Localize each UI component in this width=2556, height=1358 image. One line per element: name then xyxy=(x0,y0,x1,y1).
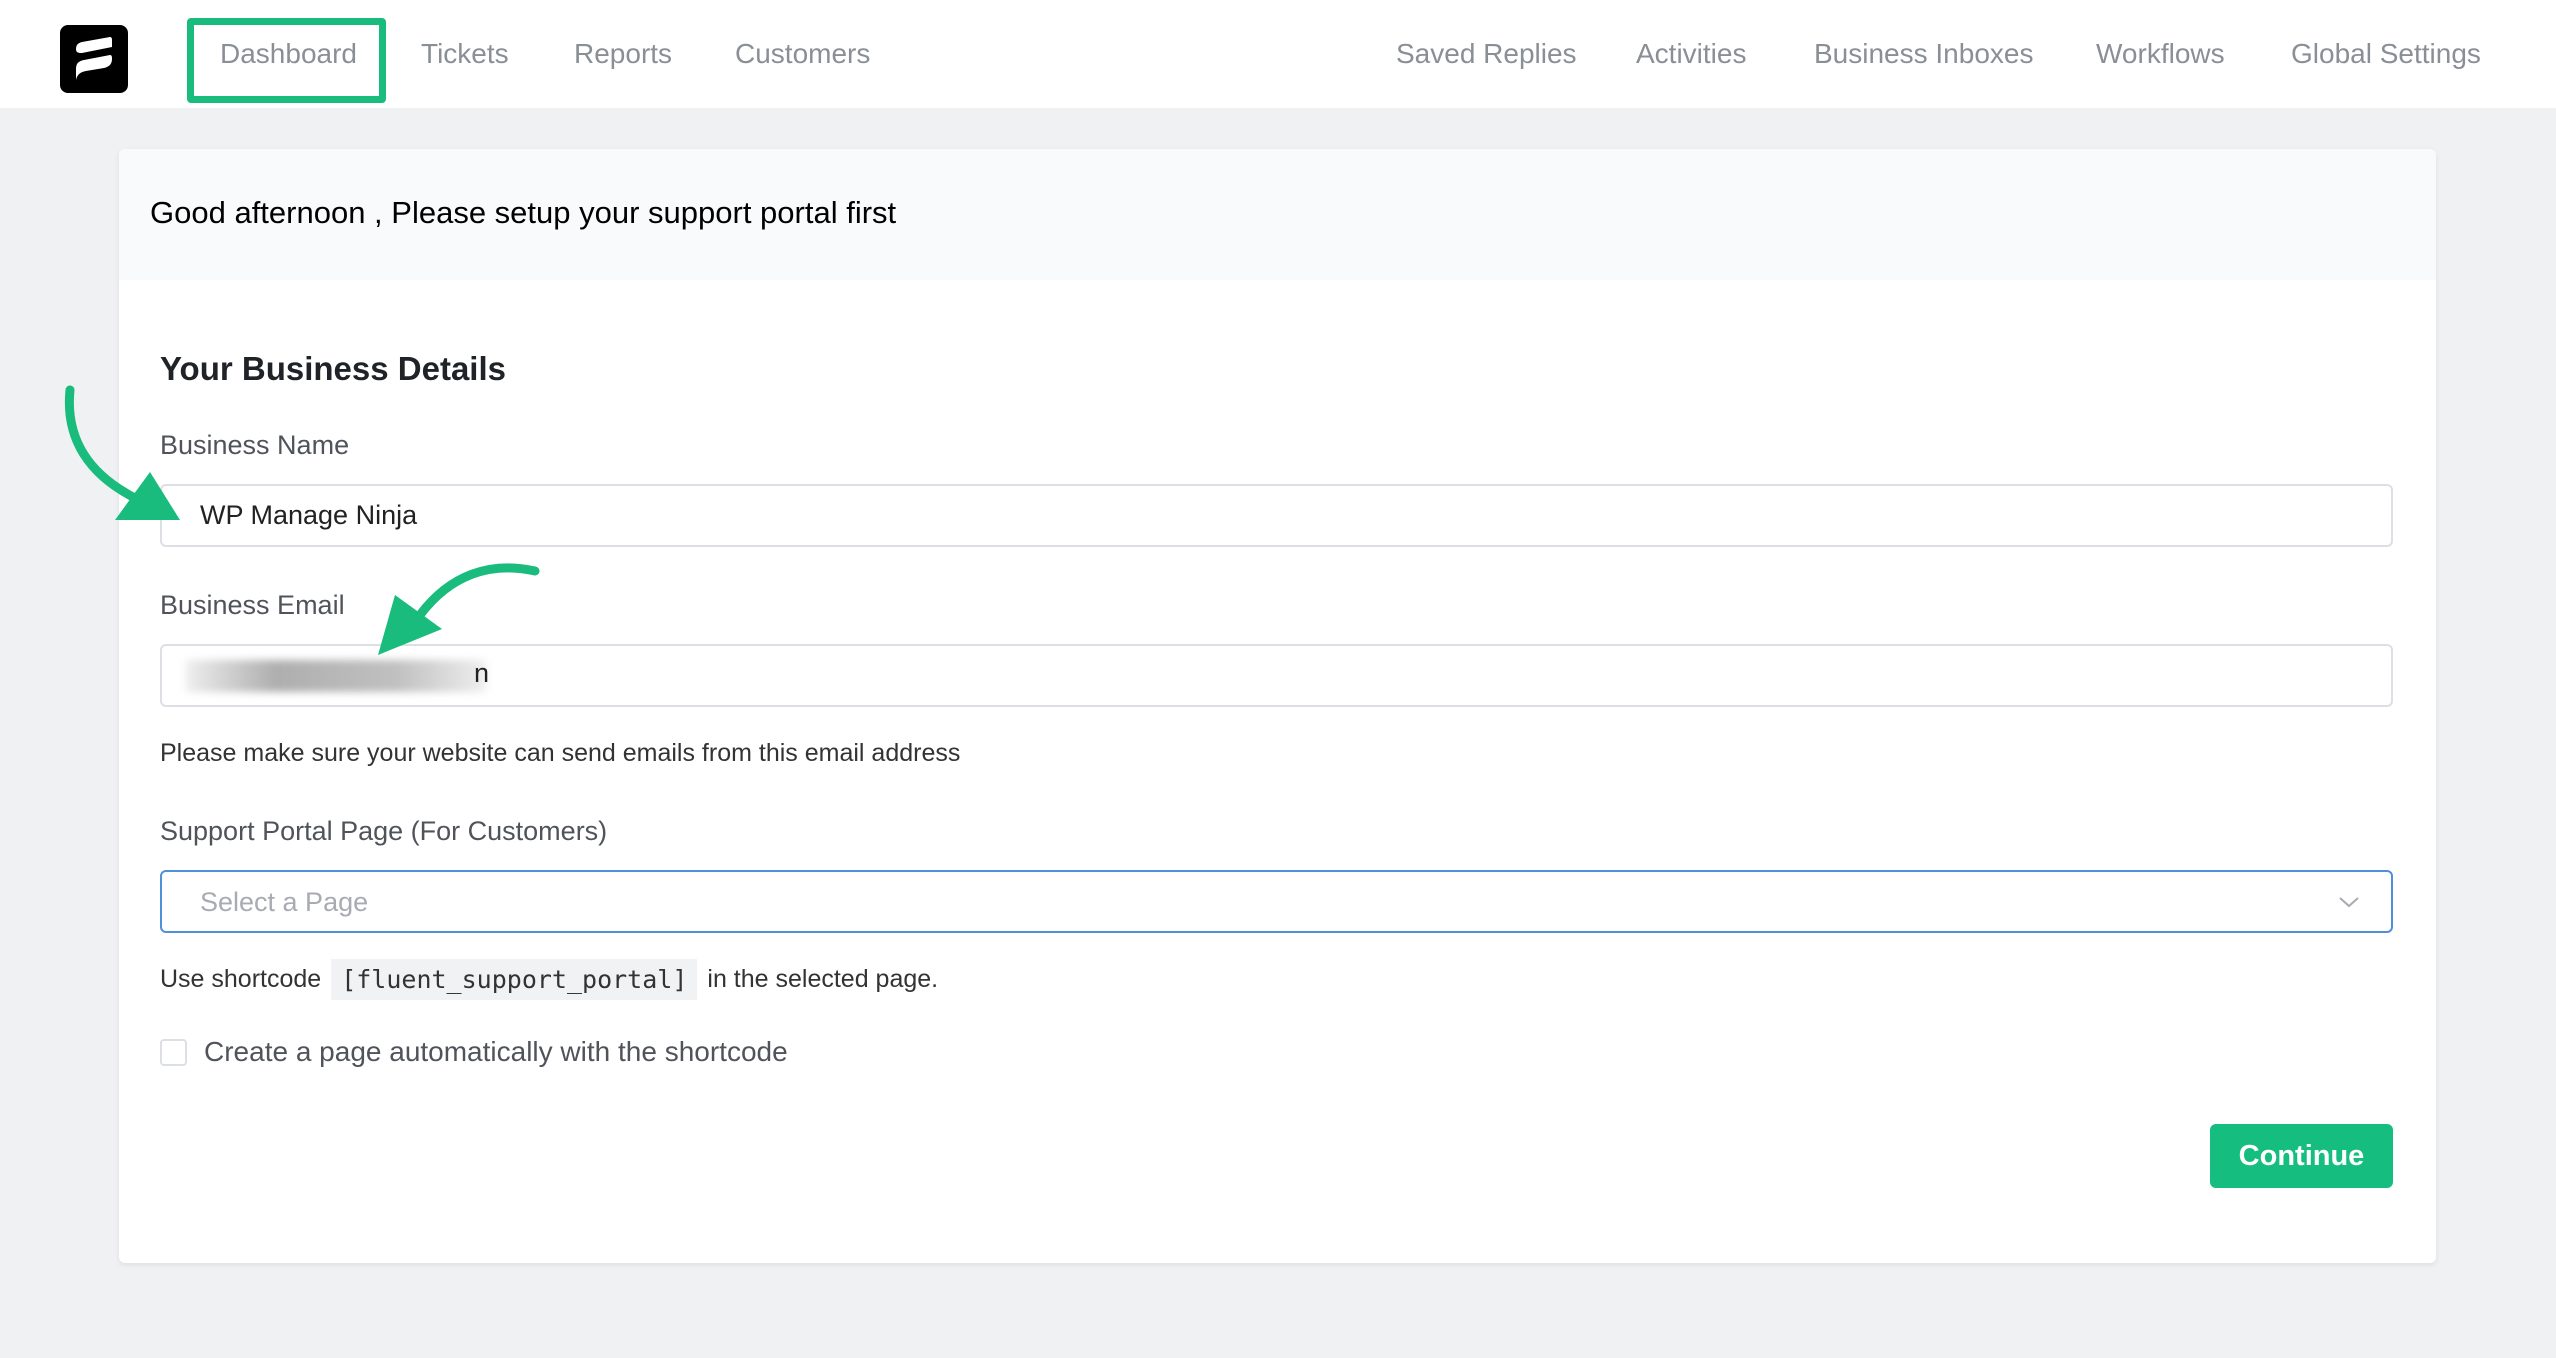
business-name-label: Business Name xyxy=(160,430,350,460)
nav-global-settings[interactable]: Global Settings xyxy=(2291,0,2481,108)
section-title: Your Business Details xyxy=(160,350,507,387)
nav-tickets[interactable]: Tickets xyxy=(421,0,509,108)
email-visible-tail: n xyxy=(474,658,490,688)
fluent-support-logo[interactable] xyxy=(60,25,128,93)
select-placeholder: Select a Page xyxy=(200,887,369,917)
continue-button[interactable]: Continue xyxy=(2210,1124,2393,1188)
top-navigation: Dashboard Tickets Reports Customers Save… xyxy=(0,0,2556,108)
business-email-label: Business Email xyxy=(160,590,345,620)
nav-workflows[interactable]: Workflows xyxy=(2096,0,2225,108)
logo-icon xyxy=(76,37,112,80)
chevron-down-icon xyxy=(2339,897,2359,908)
shortcode-hint: Use shortcode [fluent_support_portal] in… xyxy=(160,959,938,1000)
greeting-title: Good afternoon , Please setup your suppo… xyxy=(150,195,897,230)
shortcode-suffix: in the selected page. xyxy=(707,965,939,993)
redacted-email xyxy=(186,660,486,692)
card-header: Good afternoon , Please setup your suppo… xyxy=(119,149,2436,280)
setup-card: Good afternoon , Please setup your suppo… xyxy=(119,149,2436,1263)
business-name-input[interactable] xyxy=(160,484,2393,547)
auto-create-label: Create a page automatically with the sho… xyxy=(204,1036,788,1067)
nav-customers[interactable]: Customers xyxy=(735,0,870,108)
business-email-input[interactable]: n xyxy=(160,644,2393,707)
nav-dashboard[interactable]: Dashboard xyxy=(220,0,357,108)
portal-page-select[interactable]: Select a Page xyxy=(160,870,2393,933)
auto-create-option[interactable]: Create a page automatically with the sho… xyxy=(160,1036,788,1068)
auto-create-checkbox[interactable] xyxy=(160,1038,187,1066)
nav-saved-replies[interactable]: Saved Replies xyxy=(1396,0,1577,108)
nav-activities[interactable]: Activities xyxy=(1636,0,1746,108)
nav-reports[interactable]: Reports xyxy=(574,0,672,108)
shortcode-prefix: Use shortcode xyxy=(160,965,322,993)
nav-business-inboxes[interactable]: Business Inboxes xyxy=(1814,0,2033,108)
email-helper-text: Please make sure your website can send e… xyxy=(160,739,961,767)
portal-page-label: Support Portal Page (For Customers) xyxy=(160,816,608,846)
shortcode-code: [fluent_support_portal] xyxy=(331,959,698,1000)
